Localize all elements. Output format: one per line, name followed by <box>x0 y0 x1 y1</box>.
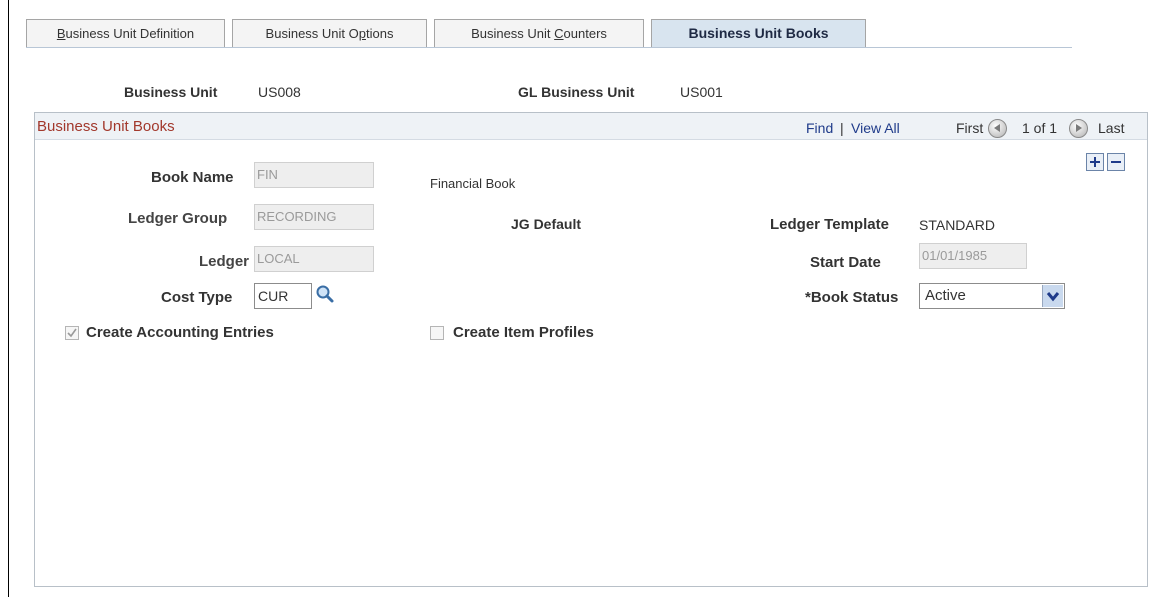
arrow-right-icon[interactable] <box>1069 119 1088 138</box>
tab-business-unit-definition[interactable]: Business Unit Definition <box>26 19 225 47</box>
business-unit-value: US008 <box>258 84 301 100</box>
ledger-group-field: RECORDING <box>254 204 374 230</box>
tab-business-unit-counters[interactable]: Business Unit Counters <box>434 19 644 47</box>
chevron-down-icon[interactable] <box>1042 285 1063 307</box>
minus-icon[interactable] <box>1107 153 1125 171</box>
business-unit-books-grid: Business Unit Books Find | View All Firs… <box>34 112 1148 587</box>
plus-icon[interactable] <box>1086 153 1104 171</box>
arrow-left-icon[interactable] <box>988 119 1007 138</box>
row-count: 1 of 1 <box>1022 120 1058 136</box>
tab-label: ounters <box>563 26 607 41</box>
create-item-profiles-label: Create Item Profiles <box>453 324 594 341</box>
last-label: Last <box>1098 120 1125 136</box>
tab-accesskey: B <box>56 26 66 41</box>
nav-separator: | <box>840 120 844 136</box>
book-name-field: FIN <box>254 162 374 188</box>
business-unit-label: Business Unit <box>124 84 218 100</box>
create-item-profiles-checkbox[interactable] <box>430 326 444 340</box>
gl-business-unit-value: US001 <box>680 84 723 100</box>
first-label: First <box>956 120 984 136</box>
tab-underline <box>26 47 1072 48</box>
ledger-template-value: STANDARD <box>919 217 995 233</box>
ledger-label: Ledger <box>199 253 250 270</box>
create-accounting-entries-label: Create Accounting Entries <box>86 324 274 341</box>
tab-business-unit-books[interactable]: Business Unit Books <box>651 19 866 48</box>
book-name-label: Book Name <box>151 169 234 186</box>
start-date-label: Start Date <box>810 254 881 271</box>
book-status-label: *Book Status <box>805 289 899 306</box>
window-left-border <box>8 0 9 597</box>
tab-accesskey: C <box>554 26 564 41</box>
grid-header: Business Unit Books Find | View All Firs… <box>35 113 1147 140</box>
tab-label: Business Unit O <box>265 26 359 41</box>
start-date-field: 01/01/1985 <box>919 243 1027 269</box>
gl-business-unit-label: GL Business Unit <box>518 84 635 100</box>
tab-accesskey: p <box>358 26 366 41</box>
magnifier-icon[interactable] <box>315 284 335 304</box>
tab-label: Business Unit Books <box>688 25 829 41</box>
tab-label: Business Unit <box>471 26 555 41</box>
tab-business-unit-options[interactable]: Business Unit Options <box>232 19 427 47</box>
cost-type-input[interactable]: CUR <box>254 283 312 309</box>
cost-type-label: Cost Type <box>161 289 233 306</box>
book-status-value: Active <box>925 287 966 304</box>
find-link[interactable]: Find <box>806 120 833 136</box>
ledger-field: LOCAL <box>254 246 374 272</box>
book-status-select[interactable]: Active <box>919 283 1065 309</box>
tab-label: usiness Unit Definition <box>65 26 195 41</box>
view-all-link[interactable]: View All <box>851 120 900 136</box>
ledger-group-label: Ledger Group <box>128 210 228 227</box>
checkmark-icon <box>67 328 77 338</box>
grid-title: Business Unit Books <box>37 118 175 135</box>
book-name-description: Financial Book <box>430 176 516 191</box>
create-accounting-entries-checkbox[interactable] <box>65 326 79 340</box>
ledger-template-label: Ledger Template <box>770 216 889 233</box>
jg-default-label: JG Default <box>511 216 582 232</box>
tab-label: tions <box>365 26 394 41</box>
